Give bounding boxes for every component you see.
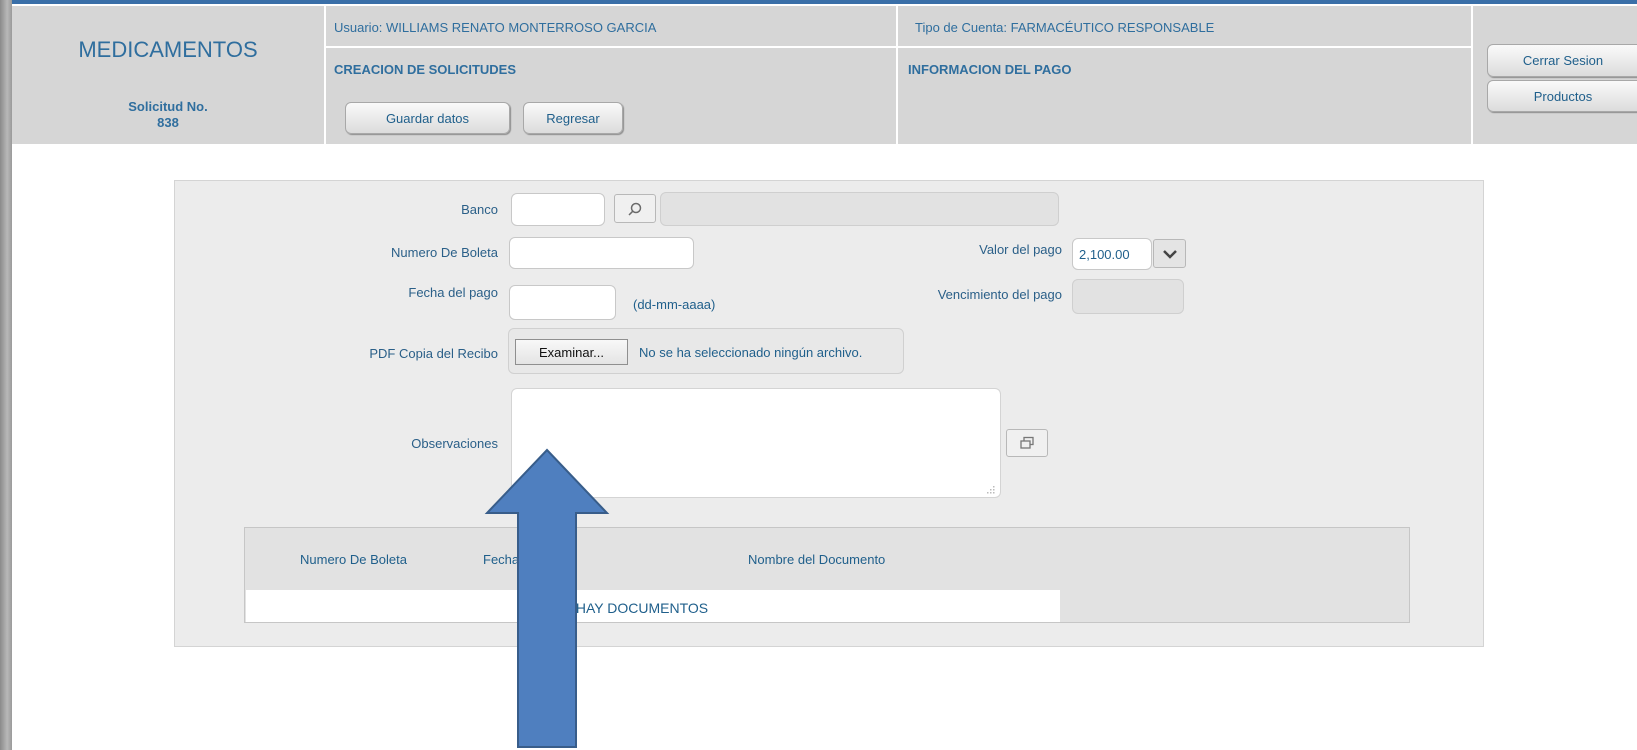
browse-file-button[interactable]: Examinar... [515, 339, 628, 365]
request-number-label: Solicitud No. [128, 99, 208, 114]
subsection-title: INFORMACION DEL PAGO [908, 62, 1072, 77]
payment-value-label: Valor del pago [979, 242, 1062, 257]
search-icon [628, 202, 642, 216]
account-type: Tipo de Cuenta: FARMACÉUTICO RESPONSABLE [915, 20, 1215, 35]
pdf-receipt-label: PDF Copia del Recibo [369, 346, 498, 361]
app-title: MEDICAMENTOS [78, 37, 258, 62]
column-header-receipt-number: Numero De Boleta [300, 552, 407, 567]
receipt-number-label: Numero De Boleta [391, 245, 498, 260]
bank-code-input[interactable] [511, 193, 605, 226]
receipt-number-input[interactable] [509, 237, 694, 269]
payment-date-label: Fecha del pago [408, 285, 498, 300]
payment-due-label: Vencimiento del pago [937, 287, 1062, 302]
save-button[interactable]: Guardar datos [345, 102, 510, 134]
logout-button[interactable]: Cerrar Sesion [1487, 44, 1637, 77]
bank-label: Banco [461, 202, 498, 217]
products-button[interactable]: Productos [1487, 80, 1637, 112]
expand-icon [1020, 436, 1034, 449]
date-format-hint: (dd-mm-aaaa) [633, 297, 716, 312]
column-header-document-name: Nombre del Documento [748, 552, 886, 567]
payment-due-field [1072, 279, 1184, 314]
request-label: Solicitud No. 838 [12, 99, 324, 131]
left-rail [0, 0, 12, 750]
payment-value-dropdown-button[interactable] [1153, 239, 1186, 268]
payment-date-input[interactable] [509, 285, 616, 320]
section-title: CREACION DE SOLICITUDES [334, 62, 517, 77]
no-file-selected-text: No se ha seleccionado ningún archivo. [639, 345, 863, 360]
bank-name-field [660, 192, 1059, 226]
annotation-arrow [484, 448, 610, 748]
bank-search-button[interactable] [614, 194, 656, 223]
observations-label: Observaciones [411, 436, 498, 451]
request-number: 838 [157, 115, 179, 130]
chevron-down-icon [1162, 249, 1177, 259]
expand-observations-button[interactable] [1006, 429, 1048, 457]
resize-handle-icon[interactable] [985, 482, 995, 494]
header-empty-block [898, 88, 1471, 144]
user-info: Usuario: WILLIAMS RENATO MONTERROSO GARC… [334, 20, 657, 35]
back-button[interactable]: Regresar [523, 102, 623, 134]
payment-value-select[interactable]: 2,100.00 [1072, 238, 1152, 270]
top-border [0, 0, 1637, 4]
